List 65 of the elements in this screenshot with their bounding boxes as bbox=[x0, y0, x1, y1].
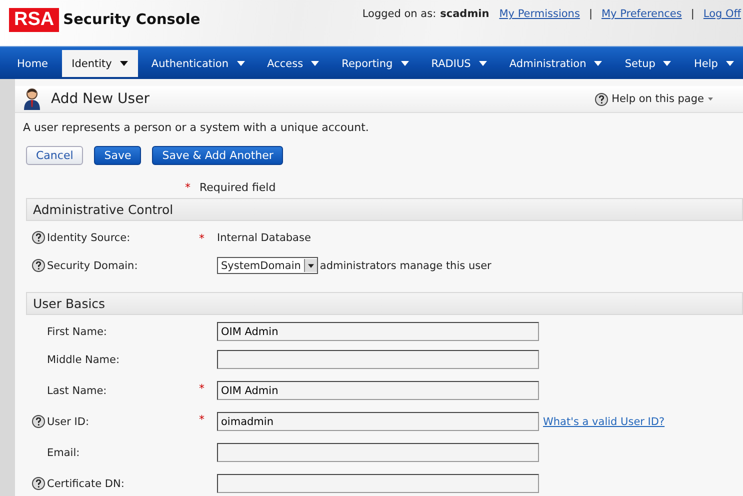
input-field[interactable] bbox=[217, 350, 539, 369]
required-marker: * bbox=[199, 232, 204, 245]
nav-tab[interactable]: Home bbox=[8, 50, 58, 77]
help-on-page-link[interactable]: Help on this page bbox=[594, 92, 713, 106]
primary-button[interactable]: Save bbox=[94, 146, 142, 165]
help-icon[interactable] bbox=[32, 231, 45, 244]
field-label: Identity Source: bbox=[47, 232, 130, 244]
caret-icon bbox=[594, 61, 602, 66]
input-field[interactable]: oimadmin bbox=[217, 412, 539, 431]
help-icon[interactable] bbox=[594, 92, 608, 106]
field-label: Security Domain: bbox=[47, 260, 138, 272]
nav-tab[interactable]: Identity bbox=[62, 50, 138, 77]
input-field[interactable] bbox=[217, 443, 539, 462]
page-description: A user represents a person or a system with a unique account. bbox=[22, 120, 370, 134]
caret-icon bbox=[663, 61, 672, 66]
nav-tab[interactable]: RADIUS bbox=[422, 50, 496, 77]
field-label: Certificate DN: bbox=[47, 478, 124, 490]
nav-tab[interactable]: Administration bbox=[500, 50, 612, 77]
help-icon[interactable] bbox=[32, 415, 45, 428]
field-label: Email: bbox=[47, 446, 80, 458]
header-link[interactable]: Log Off bbox=[703, 8, 741, 20]
caret-icon bbox=[236, 61, 245, 66]
logo: RSA bbox=[9, 8, 60, 32]
nav-tab[interactable]: Authentication bbox=[142, 50, 254, 77]
caret-icon bbox=[120, 61, 128, 66]
input-field[interactable]: OIM Admin bbox=[217, 322, 539, 341]
caret-icon bbox=[311, 61, 320, 66]
field-value: Internal Database bbox=[217, 232, 311, 244]
logged-on-label: Logged on as: bbox=[362, 8, 436, 20]
primary-button[interactable]: Save & Add Another bbox=[152, 146, 284, 165]
help-icon[interactable] bbox=[32, 259, 45, 272]
nav-tab[interactable]: Reporting bbox=[332, 50, 418, 77]
caret-icon bbox=[726, 61, 734, 66]
user-icon bbox=[23, 88, 41, 110]
cancel-button[interactable]: Cancel bbox=[26, 146, 84, 165]
help-icon[interactable] bbox=[32, 477, 45, 490]
header-link[interactable]: My Preferences bbox=[601, 8, 682, 20]
required-marker: * bbox=[199, 413, 204, 426]
separator: | bbox=[588, 8, 592, 20]
required-marker: * bbox=[199, 382, 204, 395]
caret-icon bbox=[708, 97, 713, 101]
input-field[interactable] bbox=[217, 474, 539, 493]
user-name: scadmin bbox=[440, 8, 490, 20]
input-field[interactable]: OIM Admin bbox=[217, 381, 539, 400]
required-note: Required field bbox=[200, 181, 276, 195]
caret-icon bbox=[308, 264, 314, 268]
page-title: Add New User bbox=[51, 91, 150, 107]
domain-select[interactable]: SystemDomain bbox=[217, 257, 318, 274]
nav-tab[interactable]: Help bbox=[684, 50, 743, 77]
caret-icon bbox=[400, 61, 409, 66]
product-name: Security Console bbox=[63, 12, 200, 28]
separator: | bbox=[690, 8, 694, 20]
required-marker: * bbox=[185, 181, 190, 195]
nav-tab[interactable]: Access bbox=[258, 50, 328, 77]
nav-tab[interactable]: Setup bbox=[616, 50, 680, 77]
field-label: Middle Name: bbox=[47, 354, 120, 366]
field-label: Last Name: bbox=[47, 384, 107, 396]
header-link[interactable]: My Permissions bbox=[499, 8, 580, 20]
field-label: User ID: bbox=[47, 416, 89, 428]
caret-icon bbox=[478, 61, 487, 66]
help-link[interactable]: What's a valid User ID? bbox=[543, 416, 665, 428]
field-note: administrators manage this user bbox=[320, 260, 492, 272]
section-header: User Basics bbox=[26, 292, 743, 315]
field-label: First Name: bbox=[47, 326, 107, 338]
section-header: Administrative Control bbox=[26, 198, 743, 221]
